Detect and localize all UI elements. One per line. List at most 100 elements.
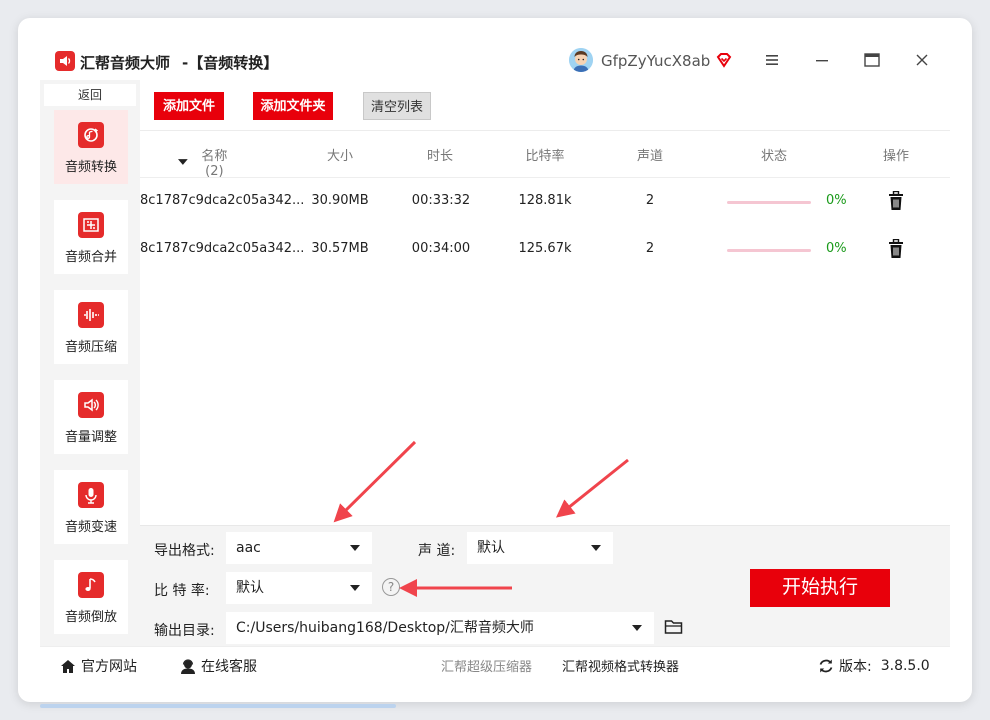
sidebar-item-audio-merge[interactable]: 音频合并 [54,200,128,274]
progress-text: 0% [826,241,847,256]
help-icon[interactable]: ? [382,578,400,596]
chevron-down-icon [591,545,601,551]
support-link[interactable]: 在线客服 [180,656,257,676]
chevron-down-icon [632,625,642,631]
file-duration: 00:34:00 [411,241,471,256]
minimize-button[interactable] [810,48,834,72]
app-logo-icon [55,51,75,71]
open-folder-button[interactable] [664,619,684,637]
bitrate-value: 默认 [236,580,264,596]
file-channels: 2 [645,241,655,256]
output-settings: 导出格式: aac 声 道: 默认 比 特 率: 默认 ? 开始执行 输出目录:… [140,525,950,646]
file-name: 8c1787c9dca2c05a342... [140,241,305,256]
menu-button[interactable] [760,48,784,72]
home-icon [61,659,75,673]
bitrate-label: 比 特 率: [154,583,210,599]
maximize-icon [864,53,880,67]
action-header: 操作 [882,149,909,164]
sidebar: 返回 音频转换 音频合并 音频压缩 音量调整 音频变速 音频倒放 [40,80,140,646]
video-converter-link[interactable]: 汇帮视频格式转换器 [562,656,679,675]
add-file-button[interactable]: 添加文件 [154,92,224,120]
clear-list-button[interactable]: 清空列表 [363,92,431,120]
format-label: 导出格式: [154,543,215,559]
sidebar-item-label: 音频倒放 [64,610,117,625]
chevron-down-icon [350,545,360,551]
format-select[interactable]: aac [226,532,372,564]
file-duration: 00:33:32 [411,193,471,208]
version-label: 版本: [839,659,872,675]
sidebar-item-audio-reverse[interactable]: 音频倒放 [54,560,128,634]
sidebar-item-audio-compress[interactable]: 音频压缩 [54,290,128,364]
close-icon [916,54,928,66]
table-row[interactable]: 8c1787c9dca2c05a342... 30.90MB 00:33:32 … [140,179,950,225]
sidebar-item-label: 音频变速 [64,520,117,535]
audio-speed-icon [78,482,104,508]
channel-label: 声 道: [418,543,456,559]
add-folder-button[interactable]: 添加文件夹 [253,92,333,120]
progress-text: 0% [826,193,847,208]
channel-value: 默认 [477,540,505,556]
audio-reverse-icon [78,572,104,598]
menu-icon [766,55,778,65]
trash-icon [889,190,903,210]
channel-select[interactable]: 默认 [467,532,613,564]
website-label: 官方网站 [81,659,137,675]
sidebar-item-audio-speed[interactable]: 音频变速 [54,470,128,544]
main-panel: 添加文件 添加文件夹 清空列表 名称 (2) 大小 时长 比特率 声道 状态 操… [140,80,950,646]
format-value: aac [236,540,261,556]
header-divider [140,177,950,178]
app-title: 汇帮音频大师 [80,54,171,72]
start-button[interactable]: 开始执行 [750,569,890,607]
folder-icon [664,620,683,634]
sort-name-header[interactable]: 名称 (2) [178,145,238,179]
progress-bar [727,201,811,204]
size-header: 大小 [326,149,353,164]
sidebar-item-audio-convert[interactable]: 音频转换 [54,110,128,184]
file-size: 30.57MB [311,241,369,256]
table-row[interactable]: 8c1787c9dca2c05a342... 30.57MB 00:34:00 … [140,227,950,273]
file-channels: 2 [645,193,655,208]
user-avatar[interactable] [569,48,593,72]
delete-button[interactable] [888,238,904,259]
compressor-link[interactable]: 汇帮超级压缩器 [441,656,532,675]
volume-adjust-icon [78,392,104,418]
name-header-label: 名称 (2) [201,149,228,179]
file-size: 30.90MB [311,193,369,208]
app-window: 汇帮音频大师 -【音频转换】 GfpZyYucX8ab 返回 音频转换 音频合并… [18,18,972,702]
title-bar: 汇帮音频大师 -【音频转换】 GfpZyYucX8ab [18,18,972,80]
minimize-icon [816,60,828,62]
channels-header: 声道 [636,149,663,164]
file-bitrate: 125.67k [518,241,572,256]
page-subtitle: -【音频转换】 [182,54,279,72]
horizontal-scrollbar[interactable] [40,704,396,708]
vip-diamond-icon[interactable] [715,51,733,69]
bitrate-select[interactable]: 默认 [226,572,372,604]
sidebar-item-label: 音频合并 [64,250,117,265]
version-info[interactable]: 版本: 3.8.5.0 [818,656,930,676]
chevron-down-icon [350,585,360,591]
back-button[interactable]: 返回 [44,84,136,106]
audio-convert-icon [78,122,104,148]
file-table: 名称 (2) 大小 时长 比特率 声道 状态 操作 8c1787c9dca2c0… [140,130,950,525]
audio-compress-icon [78,302,104,328]
sidebar-item-label: 音量调整 [64,430,117,445]
file-name: 8c1787c9dca2c05a342... [140,193,305,208]
website-link[interactable]: 官方网站 [60,656,137,676]
close-button[interactable] [910,48,934,72]
output-dir-select[interactable]: C:/Users/huibang168/Desktop/汇帮音频大师 [226,612,654,644]
delete-button[interactable] [888,190,904,211]
trash-icon [889,238,903,258]
sidebar-item-volume-adjust[interactable]: 音量调整 [54,380,128,454]
bitrate-header: 比特率 [525,149,565,164]
duration-header: 时长 [426,149,453,164]
sidebar-item-label: 音频压缩 [64,340,117,355]
sidebar-item-label: 音频转换 [64,160,117,175]
support-label: 在线客服 [201,659,257,675]
version-number: 3.8.5.0 [880,658,930,674]
footer: 官方网站 在线客服 汇帮超级压缩器 汇帮视频格式转换器 版本: 3.8.5.0 [40,646,950,682]
username: GfpZyYucX8ab [601,52,711,70]
audio-merge-icon [78,212,104,238]
sort-down-icon [178,159,188,165]
maximize-button[interactable] [860,48,884,72]
status-header: 状态 [760,149,787,164]
